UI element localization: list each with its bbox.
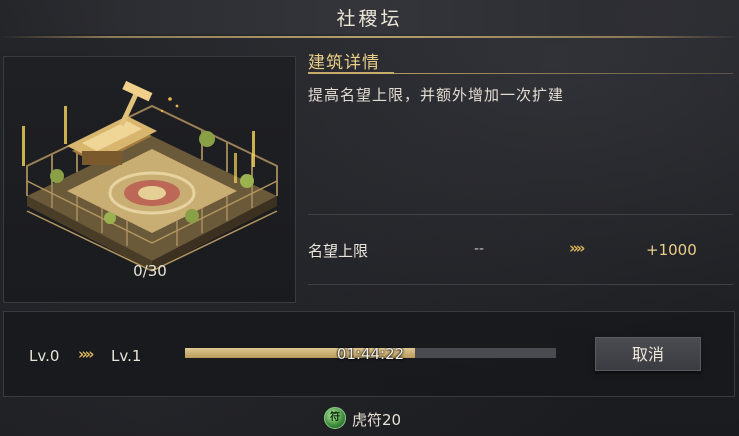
upgrade-time-remaining: 01:44:22: [336, 345, 405, 363]
building-description: 提高名望上限，并额外增加一次扩建: [308, 86, 565, 104]
cancel-button[interactable]: 取消: [595, 337, 701, 371]
current-level: Lv.0: [29, 347, 60, 365]
altar-building-image: [22, 80, 278, 272]
details-heading-accent: [308, 72, 394, 74]
double-chevron-icon: »»: [569, 239, 585, 257]
stat-next-value: +1000: [646, 241, 697, 259]
building-level-count: 0/30: [133, 262, 167, 280]
stat-current-value: --: [474, 241, 485, 257]
target-level: Lv.1: [111, 347, 142, 365]
double-chevron-icon: »»: [78, 345, 94, 363]
stat-row-divider-bottom: [308, 284, 733, 285]
stat-label: 名望上限: [308, 242, 369, 260]
details-heading: 建筑详情: [308, 53, 380, 73]
panel-title: 社稷坛: [336, 8, 403, 30]
title-divider: [0, 36, 739, 38]
stat-row-divider-top: [308, 214, 733, 215]
upgrade-panel: 社稷坛 0/30 建筑详情 提高名望上限，并额外增加一次扩建 名望上限 -- »…: [0, 0, 739, 436]
tiger-tally-icon: 符: [324, 407, 346, 429]
cost-label: 虎符20: [352, 411, 402, 429]
